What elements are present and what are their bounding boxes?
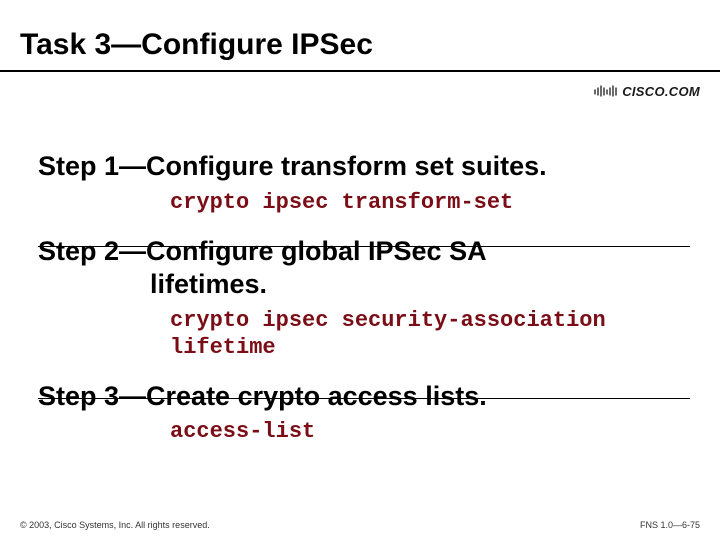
footer-pagecode: FNS 1.0—6-75 [640, 520, 700, 530]
cisco-bars-icon [593, 84, 619, 101]
content-area: Step 1—Configure transform set suites. c… [38, 150, 690, 464]
title-underline [0, 70, 720, 72]
cisco-logo: CISCO.COM [583, 84, 700, 101]
step1-title: Step 1—Configure transform set suites. [38, 150, 690, 184]
step2-command: crypto ipsec security-association lifeti… [170, 308, 690, 362]
slide-title: Task 3—Configure IPSec [20, 28, 373, 62]
step1-command: crypto ipsec transform-set [170, 190, 690, 217]
step3-command: access-list [170, 419, 690, 446]
step3-heading: Step 3—Create crypto access lists. [38, 381, 487, 411]
step2-title: Step 2—Configure global IPSec SA lifetim… [38, 235, 690, 303]
step2-heading-line2: lifetimes. [38, 268, 690, 302]
step3-title: Step 3—Create crypto access lists. [38, 380, 690, 414]
logo-text: CISCO.COM [622, 84, 700, 99]
separator-2 [38, 398, 690, 399]
slide: Task 3—Configure IPSec [0, 0, 720, 540]
step1-heading: Step 1—Configure transform set suites. [38, 151, 547, 181]
separator-1 [38, 246, 690, 247]
footer-copyright: © 2003, Cisco Systems, Inc. All rights r… [20, 520, 210, 530]
step2-heading: Step 2—Configure global IPSec SA [38, 236, 487, 266]
